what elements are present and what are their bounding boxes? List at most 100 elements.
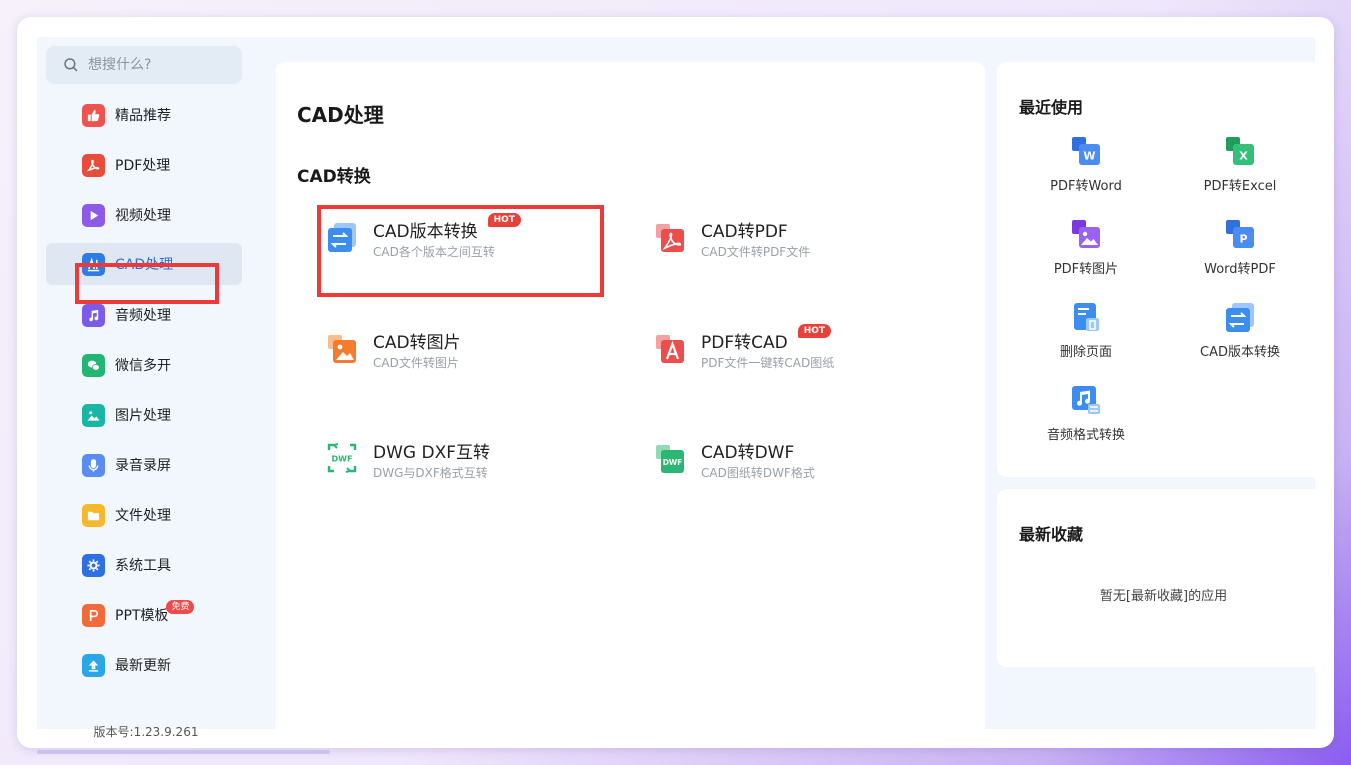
tool-cad-to-pdf[interactable]: CAD转PDF CAD文件转PDF文件 — [643, 207, 913, 267]
recent-title: 最近使用 — [1019, 98, 1084, 117]
recent-item-label: PDF转Word — [1050, 179, 1122, 194]
tool-name: CAD版本转换HOT — [373, 213, 521, 242]
ppt-icon — [82, 603, 105, 627]
tool-cad-to-dwf[interactable]: DWF CAD转DWF CAD图纸转DWF格式 — [643, 428, 913, 488]
tool-name: DWG DXF互转 — [373, 443, 490, 463]
cad-icon — [82, 252, 105, 276]
tool-dwg-dxf-convert[interactable]: DWF DWG DXF互转 DWG与DXF格式互转 — [315, 428, 585, 488]
recent-item-label: Word转PDF — [1204, 262, 1276, 277]
sidebar-item-label: 精品推荐 — [115, 108, 171, 124]
pdf-to-image-icon — [1072, 220, 1100, 248]
scrollbar[interactable] — [37, 750, 330, 754]
svg-text:P: P — [1239, 233, 1247, 246]
cad-version-convert-icon — [328, 223, 356, 252]
sidebar-item-label: PPT模板 — [115, 608, 169, 624]
recent-item-audio-convert[interactable]: 音频格式转换 — [1009, 383, 1163, 453]
gear-icon — [82, 553, 105, 577]
recent-item-word-to-pdf[interactable]: P Word转PDF — [1163, 217, 1317, 287]
sidebar-item-label: 录音录屏 — [115, 458, 171, 474]
tool-desc: CAD文件转图片 — [373, 356, 459, 370]
sidebar-item-video[interactable]: 视频处理 — [46, 194, 242, 236]
word-to-pdf-icon: P — [1226, 220, 1254, 248]
sidebar-item-latest-updates[interactable]: 最新更新 — [46, 644, 242, 686]
sidebar-item-label: 文件处理 — [115, 508, 171, 524]
recent-item-label: PDF转Excel — [1203, 179, 1277, 194]
tool-cad-to-image[interactable]: CAD转图片 CAD文件转图片 — [315, 318, 585, 378]
recent-item-delete-page[interactable]: 删除页面 — [1009, 300, 1163, 370]
sidebar-item-label: 音频处理 — [115, 308, 171, 324]
cad-to-image-icon — [328, 335, 356, 363]
svg-text:W: W — [1083, 150, 1095, 163]
version-label: 版本号:1.23.9.261 — [93, 725, 199, 739]
sidebar-item-pdf[interactable]: PDF处理 — [46, 144, 242, 186]
sidebar-item-recording[interactable]: 录音录屏 — [46, 444, 242, 486]
microphone-icon — [82, 453, 105, 477]
sidebar-item-label: 图片处理 — [115, 408, 171, 424]
pdf-to-cad-icon — [656, 335, 684, 363]
music-icon — [82, 303, 105, 327]
recent-item-pdf-to-excel[interactable]: X PDF转Excel — [1163, 134, 1317, 204]
cad-to-pdf-icon — [656, 224, 684, 252]
tool-desc: CAD文件转PDF文件 — [701, 245, 811, 259]
pdf-icon — [82, 153, 105, 177]
tool-desc: CAD图纸转DWF格式 — [701, 466, 815, 480]
recent-item-pdf-to-word[interactable]: W PDF转Word — [1009, 134, 1163, 204]
recent-item-label: 音频格式转换 — [1046, 428, 1125, 443]
favorites-title: 最新收藏 — [1019, 525, 1084, 544]
recent-item-label: CAD版本转换 — [1200, 345, 1280, 360]
sidebar-item-system-tools[interactable]: 系统工具 — [46, 544, 242, 586]
recent-item-cad-version-convert[interactable]: CAD版本转换 — [1163, 300, 1317, 370]
tool-cad-version-convert[interactable]: CAD版本转换HOT CAD各个版本之间互转 — [315, 207, 585, 267]
tool-desc: PDF文件一键转CAD图纸 — [701, 356, 835, 370]
pdf-to-word-icon: W — [1072, 137, 1100, 165]
sidebar: 精品推荐 PDF处理 视频处理 CAD处理 — [37, 37, 255, 739]
folder-icon — [82, 503, 105, 527]
search-icon — [64, 58, 78, 72]
svg-text:DWF: DWF — [663, 458, 683, 467]
sidebar-item-audio[interactable]: 音频处理 — [46, 294, 242, 336]
app-window: 精品推荐 PDF处理 视频处理 CAD处理 — [17, 17, 1334, 748]
section-title: CAD转换 — [297, 167, 371, 187]
svg-text:DWF: DWF — [332, 455, 353, 464]
sidebar-item-label: PDF处理 — [115, 158, 171, 174]
play-icon — [82, 203, 105, 227]
wechat-icon — [82, 353, 105, 377]
sidebar-item-label: 视频处理 — [115, 208, 171, 224]
tool-desc: CAD各个版本之间互转 — [373, 245, 495, 259]
search-input[interactable] — [86, 56, 240, 74]
svg-text:X: X — [1239, 150, 1248, 163]
recent-item-label: PDF转图片 — [1053, 262, 1119, 277]
main-panel: CAD处理 CAD转换 CAD版本转换HOT CAD各个版本之间互转 CAD转P… — [275, 62, 985, 735]
page-title: CAD处理 — [297, 103, 384, 127]
tool-pdf-to-cad[interactable]: PDF转CADHOT PDF文件一键转CAD图纸 — [643, 318, 913, 378]
sidebar-item-cad[interactable]: CAD处理 — [46, 243, 242, 285]
tool-name: CAD转DWF — [701, 443, 795, 463]
cad-version-convert-icon — [1226, 303, 1254, 332]
audio-convert-icon — [1072, 386, 1100, 414]
sidebar-item-file[interactable]: 文件处理 — [46, 494, 242, 536]
upload-icon — [82, 653, 105, 677]
tool-name: PDF转CADHOT — [701, 324, 832, 353]
sidebar-item-label: 最新更新 — [115, 658, 171, 674]
tool-desc: DWG与DXF格式互转 — [373, 466, 488, 480]
recent-item-pdf-to-image[interactable]: PDF转图片 — [1009, 217, 1163, 287]
hot-badge: HOT — [797, 324, 832, 338]
sidebar-item-wechat[interactable]: 微信多开 — [46, 344, 242, 386]
delete-page-icon — [1074, 303, 1099, 331]
sidebar-item-label: 系统工具 — [115, 558, 171, 574]
tool-name: CAD转图片 — [373, 333, 461, 353]
sidebar-item-label: 微信多开 — [115, 358, 171, 374]
favorites-empty-text: 暂无[最新收藏]的应用 — [1099, 589, 1228, 604]
app-content: 精品推荐 PDF处理 视频处理 CAD处理 — [37, 37, 1330, 739]
hot-badge: HOT — [487, 213, 521, 227]
sidebar-item-recommended[interactable]: 精品推荐 — [46, 94, 242, 136]
sidebar-item-ppt-template[interactable]: PPT模板 免费 — [46, 594, 242, 636]
recent-item-label: 删除页面 — [1059, 345, 1112, 360]
pdf-to-excel-icon: X — [1226, 137, 1254, 165]
search-box[interactable] — [46, 46, 242, 84]
free-badge: 免费 — [166, 600, 195, 614]
favorites-panel: 最新收藏 暂无[最新收藏]的应用 — [997, 489, 1330, 667]
sidebar-item-image[interactable]: 图片处理 — [46, 394, 242, 436]
recent-panel: 最近使用 W PDF转Word X PDF转Excel PDF转图片 P Wor… — [997, 62, 1330, 477]
tool-name: CAD转PDF — [701, 222, 788, 242]
